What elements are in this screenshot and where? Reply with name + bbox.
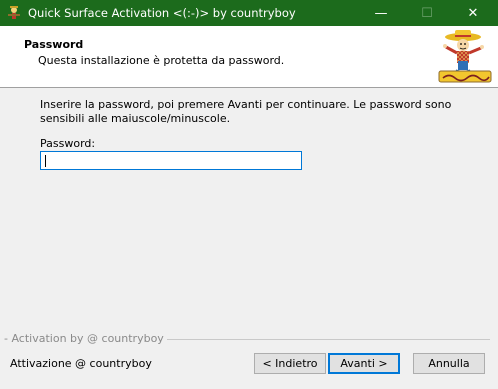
- next-button[interactable]: Avanti >: [328, 353, 400, 374]
- countryboy-logo: [438, 30, 492, 83]
- title-bar[interactable]: Quick Surface Activation <(:-)> by count…: [0, 0, 498, 26]
- cancel-button[interactable]: Annulla: [413, 353, 485, 374]
- close-button[interactable]: ✕: [450, 0, 496, 26]
- password-label: Password:: [40, 137, 96, 150]
- text-caret: [45, 155, 46, 167]
- status-text: Attivazione @ countryboy: [10, 357, 152, 370]
- back-button[interactable]: < Indietro: [254, 353, 326, 374]
- instructions-text: Inserire la password, poi premere Avanti…: [40, 98, 452, 125]
- wizard-header: Password Questa installazione è protetta…: [0, 26, 498, 88]
- minimize-icon: —: [374, 5, 388, 21]
- maximize-icon: ☐: [421, 5, 433, 21]
- password-field[interactable]: [40, 151, 302, 170]
- separator-line: [152, 339, 490, 340]
- window-title: Quick Surface Activation <(:-)> by count…: [28, 6, 296, 20]
- brand-text: - Activation by @ countryboy: [4, 332, 167, 345]
- scarecrow-icon: [8, 6, 20, 19]
- maximize-button: ☐: [404, 0, 450, 26]
- page-title: Password: [24, 38, 84, 51]
- minimize-button[interactable]: —: [358, 0, 404, 26]
- page-subtitle: Questa installazione è protetta da passw…: [38, 54, 285, 67]
- close-icon: ✕: [467, 5, 479, 21]
